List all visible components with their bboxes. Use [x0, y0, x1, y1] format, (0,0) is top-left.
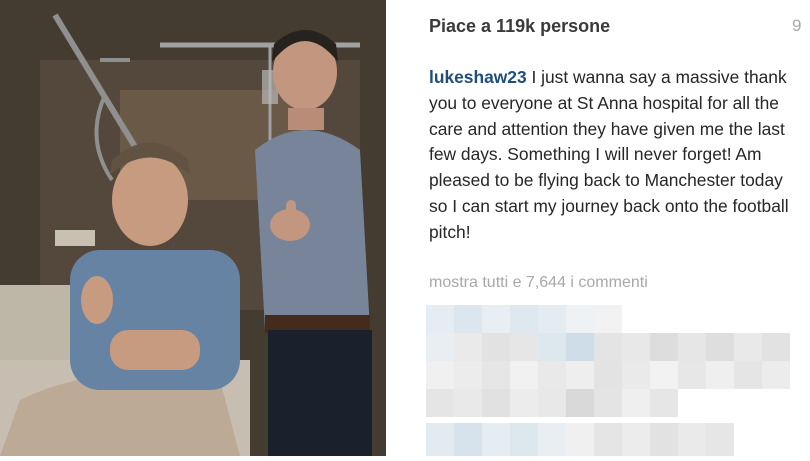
view-all-comments-link[interactable]: mostra tutti e 7,644 i commenti	[429, 274, 648, 292]
pixelated-comments-mosaic	[426, 305, 806, 456]
post-photo[interactable]	[0, 0, 386, 456]
likes-count[interactable]: Piace a 119k persone	[429, 16, 610, 37]
post-details-panel: Piace a 119k persone 9 lukeshaw23 I just…	[386, 0, 810, 456]
caption-text: I just wanna say a massive thank you to …	[429, 67, 789, 242]
hospital-photo-image	[0, 0, 386, 456]
blurred-comments	[426, 305, 806, 456]
post-caption: lukeshaw23 I just wanna say a massive th…	[429, 65, 804, 246]
post-timestamp: 9	[792, 16, 802, 35]
username-link[interactable]: lukeshaw23	[429, 67, 527, 87]
